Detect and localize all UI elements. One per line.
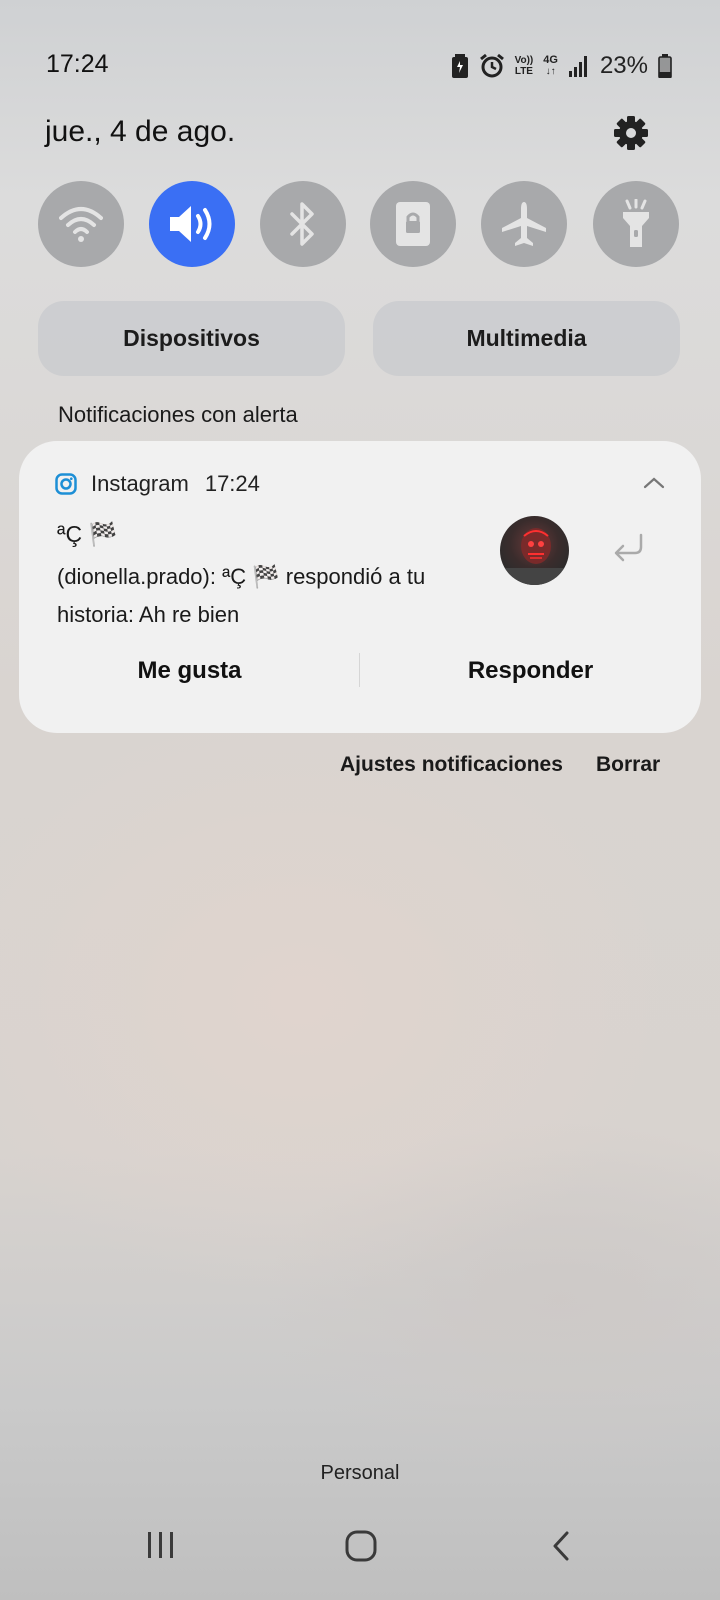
- wifi-toggle[interactable]: [38, 181, 124, 267]
- bluetooth-toggle[interactable]: [260, 181, 346, 267]
- volume-icon: [167, 202, 217, 246]
- wifi-icon: [59, 204, 103, 244]
- instagram-notification[interactable]: Instagram 17:24 ªÇ 🏁 (dionella.prado): ª…: [19, 441, 701, 733]
- volte-icon: Vo)) LTE: [515, 55, 534, 77]
- notification-body: (dionella.prado): ªÇ 🏁 respondió a tu hi…: [57, 564, 426, 627]
- alarm-icon: [479, 53, 505, 79]
- portrait-lock-icon: [395, 201, 431, 247]
- notification-title: ªÇ 🏁: [57, 521, 118, 547]
- notification-time: 17:24: [204, 471, 260, 496]
- home-icon: [345, 1530, 377, 1566]
- volte-top-label: Vo)): [514, 55, 534, 66]
- status-icons: Vo)) LTE 4G ↓↑ 23%: [451, 52, 672, 80]
- app-name: Instagram: [91, 471, 189, 496]
- back-icon: [550, 1531, 572, 1566]
- profile-label: Personal: [320, 1462, 400, 1484]
- notification-header: Instagram 17:24: [55, 471, 260, 497]
- rotation-lock-toggle[interactable]: [370, 181, 456, 267]
- avatar: [500, 516, 569, 585]
- network-label: 4G: [543, 54, 558, 66]
- like-button[interactable]: Me gusta: [19, 639, 360, 703]
- battery-icon: [658, 54, 672, 78]
- recents-icon: [146, 1532, 176, 1564]
- chevron-up-icon[interactable]: [641, 471, 667, 493]
- battery-saver-icon: [451, 54, 469, 78]
- recents-button[interactable]: [146, 1530, 176, 1565]
- home-button[interactable]: [345, 1530, 377, 1567]
- instagram-icon: [55, 473, 77, 495]
- back-button[interactable]: [550, 1530, 572, 1567]
- sound-toggle[interactable]: [149, 181, 235, 267]
- airplane-icon: [499, 199, 549, 249]
- battery-percent: 23%: [599, 52, 648, 79]
- date-text: jue., 4 de ago.: [45, 115, 236, 148]
- notification-settings-link[interactable]: Ajustes notificaciones: [340, 753, 563, 777]
- airplane-toggle[interactable]: [481, 181, 567, 267]
- media-button[interactable]: Multimedia: [373, 301, 680, 376]
- gear-icon[interactable]: [612, 114, 650, 152]
- alert-notifications-label: Notificaciones con alerta: [58, 402, 298, 427]
- status-time: 17:24: [46, 50, 109, 78]
- 4g-icon: 4G ↓↑: [543, 54, 558, 78]
- volte-bottom-label: LTE: [514, 66, 533, 77]
- clear-button[interactable]: Borrar: [596, 753, 660, 777]
- signal-icon: [568, 55, 588, 77]
- data-arrows: ↓↑: [545, 66, 556, 77]
- flashlight-toggle[interactable]: [593, 181, 679, 267]
- devices-button[interactable]: Dispositivos: [38, 301, 345, 376]
- reply-icon[interactable]: [609, 529, 649, 569]
- flashlight-icon: [618, 199, 654, 249]
- bluetooth-icon: [288, 202, 318, 246]
- reply-button[interactable]: Responder: [360, 639, 701, 703]
